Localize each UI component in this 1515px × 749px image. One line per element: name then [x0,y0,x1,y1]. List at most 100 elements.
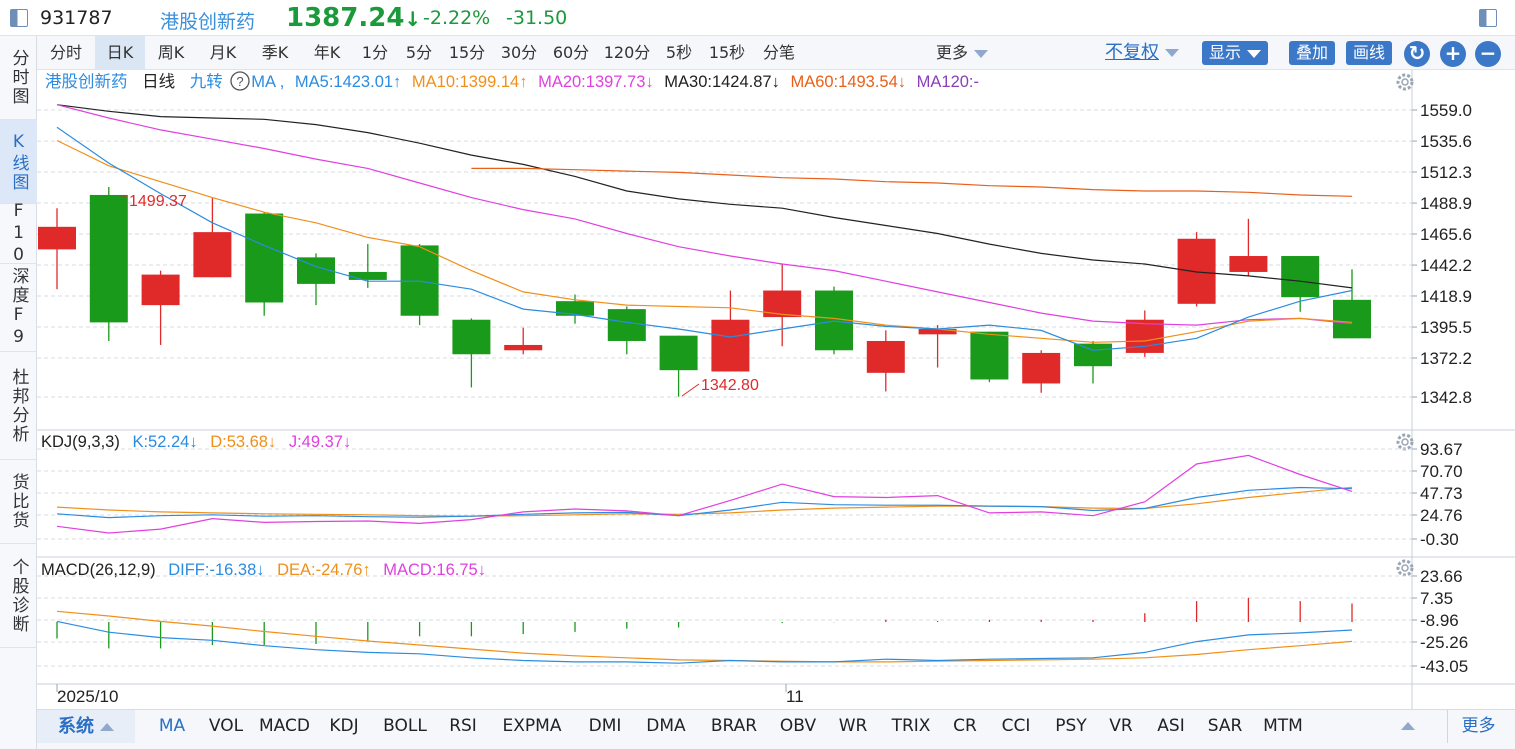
candle-body[interactable] [38,226,76,250]
panel-toggle-icon[interactable] [1479,9,1497,27]
candle-body[interactable] [1177,238,1216,304]
nav-dupont[interactable]: 杜邦分析 [0,352,37,460]
indicator-tab[interactable]: WR [826,710,880,743]
nav-kline[interactable]: K线图 [0,120,37,204]
timeframe-tab[interactable]: 周K [145,36,197,70]
nav-f10[interactable]: F10 [0,201,37,267]
candle-body[interactable] [1074,343,1112,367]
indicator-tab[interactable]: MTM [1252,710,1314,743]
indicator-tab[interactable]: EXPMA [488,710,576,743]
candle-body[interactable] [1333,299,1371,339]
timeframe-tab[interactable]: 1分 [353,36,397,70]
timeframe-tab[interactable]: 15秒 [701,36,753,70]
nav-compare[interactable]: 货比货 [0,460,37,544]
timeframe-tab[interactable]: 月K [197,36,249,70]
gear-icon[interactable] [1396,559,1414,577]
indicator-tab[interactable]: BOLL [372,710,438,743]
candle-body[interactable] [1125,319,1164,353]
timeframe-tab[interactable]: 年K [301,36,353,70]
stock-name[interactable]: 港股创新药 [160,7,255,34]
indicator-tab[interactable]: ASI [1144,710,1198,743]
help-icon[interactable]: ? [230,71,250,91]
low-marker [681,383,700,397]
system-indicators-button[interactable]: 系统 [37,710,135,743]
timeframe-tab[interactable]: 5分 [397,36,441,70]
macd-tick-label: -25.26 [1420,633,1468,652]
indicator-tab[interactable]: DMI [576,710,634,743]
display-button[interactable]: 显示 [1202,41,1269,65]
zoom-out-icon[interactable]: − [1475,41,1501,67]
draw-line-button[interactable]: 画线 [1346,41,1393,65]
timeframe-tab[interactable]: 日K [95,36,145,70]
kdj-tick-label: 93.67 [1420,440,1463,459]
timeframe-tab[interactable]: 120分 [597,36,657,70]
candle-body[interactable] [504,344,543,351]
help-icon-glyph: ? [236,74,243,89]
candle-body[interactable] [866,340,905,373]
candle-body[interactable] [193,232,232,278]
candle-body[interactable] [452,319,491,355]
nav-timeshare[interactable]: 分时图 [0,36,37,120]
candle-body[interactable] [1281,256,1320,298]
timeframe-tab[interactable]: 分时 [37,36,95,70]
indicator-tab[interactable]: OBV [770,710,826,743]
gear-icon-teeth [1396,73,1414,91]
more-indicators-button[interactable]: 更多 [1447,710,1509,743]
timeframe-tab[interactable]: 季K [249,36,301,70]
candle-body[interactable] [348,271,387,280]
indicator-tab[interactable]: TRIX [880,710,942,743]
legend-turn[interactable]: 九转 [190,72,223,91]
indicator-more-arrow[interactable] [1393,710,1423,743]
indicator-tab[interactable]: RSI [438,710,488,743]
timeframe-tab[interactable]: 分笔 [753,36,805,70]
candle-body[interactable] [711,319,750,372]
gear-icon[interactable] [1396,73,1414,91]
chevron-up-icon [1401,722,1415,730]
chevron-down-icon [974,49,988,58]
timeframe-tab[interactable]: 15分 [441,36,493,70]
candle-body[interactable] [1022,352,1061,384]
legend-ma120: MA120:- [917,73,979,91]
timeframe-tab[interactable]: 60分 [545,36,597,70]
candle-body[interactable] [245,213,284,303]
indicator-tab[interactable]: CR [942,710,988,743]
more-timeframes-button[interactable]: 更多 [921,36,1003,70]
date-tick-label: 2025/10 [57,687,118,706]
macd-legend-dea: DEA:-24.76↑ [277,561,371,579]
kline-chart[interactable]: 1559.0 1535.6 1512.3 1488.9 1465.6 1442.2 1418… [37,70,1515,709]
kdj-tick-label: 24.76 [1420,506,1463,525]
chevron-up-icon [100,723,114,731]
candle-body[interactable] [89,194,128,323]
timeframe-tab[interactable]: 5秒 [657,36,701,70]
indicator-tab[interactable]: VR [1098,710,1144,743]
candle-body[interactable] [141,274,180,306]
indicator-tab[interactable]: DMA [634,710,698,743]
overlay-button[interactable]: 叠加 [1289,41,1336,65]
nav-depth-f9[interactable]: 深度F9 [0,264,37,352]
window-icon[interactable] [10,9,28,27]
indicator-tab[interactable]: BRAR [698,710,770,743]
indicator-tab[interactable]: PSY [1044,710,1098,743]
zoom-in-icon[interactable]: + [1440,41,1466,67]
adjust-dropdown[interactable]: 不复权 [1105,39,1179,67]
indicator-tab[interactable]: MACD [253,710,316,743]
timeframe-tab[interactable]: 30分 [493,36,545,70]
indicator-tab[interactable]: VOL [199,710,253,743]
gear-icon[interactable] [1396,433,1414,451]
indicator-tab[interactable]: SAR [1198,710,1252,743]
candle-body[interactable] [400,245,439,316]
candle-body[interactable] [1229,256,1268,272]
macd-legend: MACD(26,12,9) DIFF:-16.38↓ DEA:-24.76↑ M… [41,561,486,579]
refresh-icon[interactable]: ↻ [1404,41,1430,67]
candle-body[interactable] [659,335,698,371]
macd-legend-name: MACD(26,12,9) [41,561,156,579]
indicator-tab[interactable]: KDJ [316,710,372,743]
candle-body[interactable] [970,331,1009,380]
indicator-tab[interactable]: MA [145,710,199,743]
candle-body[interactable] [607,309,646,341]
kdj-legend-j: J:49.37↓ [289,433,351,451]
chevron-down-icon [1247,49,1262,58]
gear-icon-teeth [1396,433,1414,451]
indicator-tab[interactable]: CCI [988,710,1044,743]
nav-diagnosis[interactable]: 个股诊断 [0,544,37,648]
